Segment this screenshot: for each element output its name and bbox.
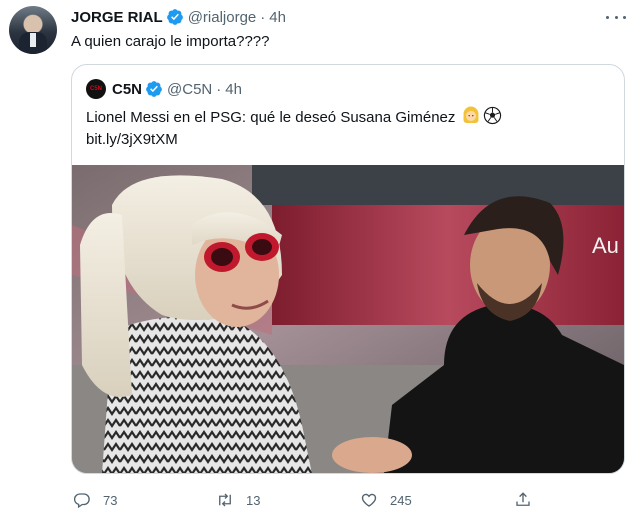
quoted-author-name: C5N bbox=[112, 80, 143, 98]
retweet-button[interactable]: 13 bbox=[216, 488, 260, 512]
verified-badge-icon bbox=[146, 81, 162, 97]
share-icon bbox=[516, 492, 530, 506]
share-button[interactable] bbox=[514, 488, 532, 512]
quoted-header: C5N C5N @C5N · 4h bbox=[86, 79, 242, 99]
avatar-shirt bbox=[30, 33, 36, 47]
more-dot bbox=[606, 15, 609, 19]
action-bar: 73 13 245 bbox=[71, 488, 541, 512]
more-dot bbox=[614, 15, 618, 19]
reply-count: 73 bbox=[103, 492, 118, 508]
blonde-woman-emoji-icon bbox=[463, 106, 479, 123]
quoted-media-image[interactable]: Au bbox=[72, 165, 624, 473]
quoted-avatar-label: C5N bbox=[89, 86, 102, 92]
author-handle[interactable]: @rialjorge bbox=[188, 9, 257, 26]
separator: · bbox=[260, 8, 266, 26]
bus-window bbox=[252, 165, 624, 205]
soccer-ball-emoji-icon bbox=[483, 106, 501, 125]
like-icon bbox=[361, 493, 377, 507]
quoted-text: Lionel Messi en el PSG: qué le deseó Sus… bbox=[86, 109, 456, 126]
avatar[interactable] bbox=[9, 6, 57, 54]
tweet-header: JORGE RIAL @rialjorge · 4h bbox=[71, 7, 286, 27]
bus-lettering: Au bbox=[592, 233, 619, 258]
more-icon[interactable] bbox=[606, 9, 626, 25]
tweet[interactable]: JORGE RIAL @rialjorge · 4h A quien caraj… bbox=[0, 0, 642, 522]
quoted-link[interactable]: bit.ly/3jX9tXM bbox=[86, 131, 178, 148]
quoted-tweet[interactable]: C5N C5N @C5N · 4h Lionel Messi en el PSG… bbox=[71, 64, 625, 474]
bus-body bbox=[272, 205, 624, 325]
photo-illustration: Au bbox=[72, 165, 624, 473]
like-button[interactable]: 245 bbox=[360, 488, 412, 512]
quoted-handle: @C5N bbox=[167, 80, 213, 98]
verified-badge-icon bbox=[166, 9, 183, 25]
more-dot bbox=[623, 15, 626, 19]
reply-button[interactable]: 73 bbox=[73, 488, 117, 512]
author-name[interactable]: JORGE RIAL bbox=[71, 9, 163, 26]
separator: · bbox=[216, 80, 222, 98]
like-count: 245 bbox=[390, 492, 412, 508]
quoted-timestamp: 4h bbox=[225, 80, 242, 98]
quoted-avatar: C5N bbox=[86, 79, 106, 99]
sunglasses-lens-right bbox=[252, 239, 272, 255]
hands bbox=[332, 437, 412, 473]
retweet-icon bbox=[219, 493, 231, 507]
quoted-text-block: Lionel Messi en el PSG: qué le deseó Sus… bbox=[86, 105, 586, 151]
sunglasses-lens-left bbox=[211, 248, 233, 266]
retweet-count: 13 bbox=[246, 492, 261, 508]
reply-icon bbox=[73, 493, 90, 509]
timestamp[interactable]: 4h bbox=[269, 9, 286, 26]
tweet-text: A quien carajo le importa???? bbox=[71, 33, 270, 50]
